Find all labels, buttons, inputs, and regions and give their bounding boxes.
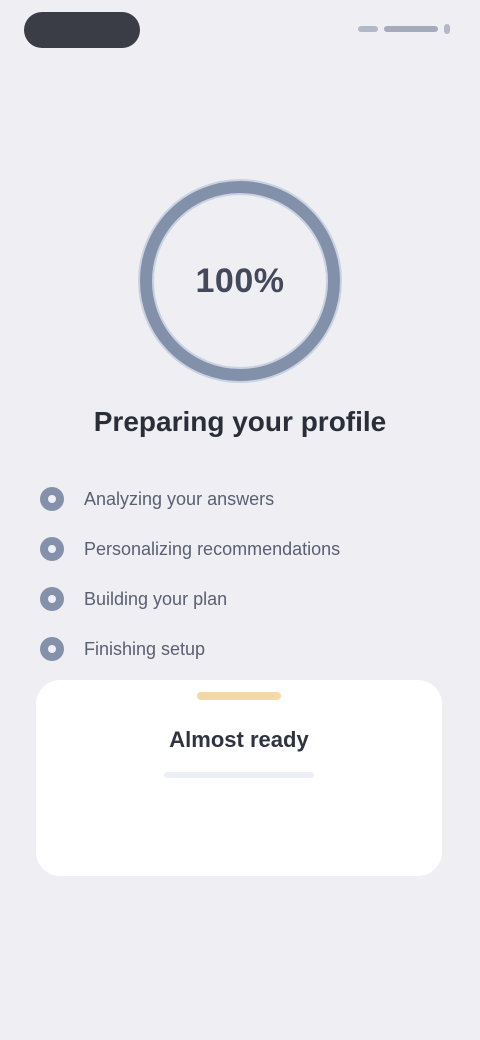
progress-percent: 100% [195,261,285,300]
step-label: Personalizing recommendations [84,539,341,559]
status-dot-icon [358,26,378,32]
info-card: Almost ready [36,680,442,876]
page-title: Preparing your profile [93,406,387,437]
step-label: Building your plan [84,589,228,609]
check-icon [40,587,64,611]
status-indicators [358,20,450,38]
progress-ring: 100% [129,170,351,392]
card-title: Almost ready [169,727,309,752]
card-footer [164,772,314,778]
step-label: Finishing setup [84,639,206,659]
card-badge [197,692,281,700]
battery-icon [444,24,450,34]
status-pill [24,12,140,48]
step-label: Analyzing your answers [84,489,275,509]
step-item: Analyzing your answers [40,474,440,524]
check-icon [40,487,64,511]
step-item: Finishing setup [40,624,440,674]
step-item: Personalizing recommendations [40,524,440,574]
check-icon [40,537,64,561]
steps-list: Analyzing your answers Personalizing rec… [40,474,440,674]
status-line-icon [384,26,438,32]
check-icon [40,637,64,661]
step-item: Building your plan [40,574,440,624]
